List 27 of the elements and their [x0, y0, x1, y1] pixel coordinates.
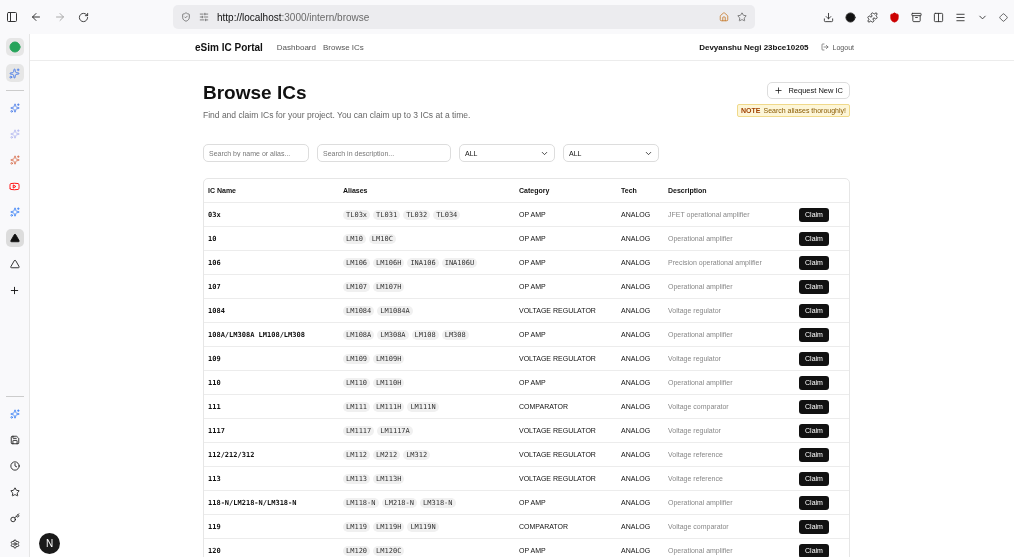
dev-badge[interactable]: N	[39, 533, 60, 554]
back-icon[interactable]	[30, 11, 42, 23]
plus-icon	[774, 86, 784, 95]
brand-title: eSim IC Portal	[195, 41, 263, 53]
nav-link[interactable]: Browse ICs	[322, 42, 364, 52]
triangle-icon[interactable]	[5, 229, 24, 247]
user-name: Devyanshu Negi 23bce10205	[699, 42, 809, 52]
page-title: Browse ICs	[203, 82, 308, 104]
circle-icon[interactable]	[845, 11, 856, 23]
permissions-icon	[199, 12, 209, 22]
url-text: http://localhost:3000/intern/browse	[217, 11, 371, 23]
reload-icon[interactable]	[78, 11, 89, 23]
menu-icon[interactable]	[955, 11, 966, 23]
shield-icon	[181, 12, 191, 22]
archive-icon[interactable]	[911, 11, 922, 23]
diamond-icon[interactable]	[999, 12, 1008, 22]
nav-link[interactable]: Dashboard	[276, 42, 316, 52]
columns-icon[interactable]	[933, 11, 944, 23]
address-bar[interactable]: http://localhost:3000/intern/browse	[173, 5, 755, 29]
page-subtitle: Find and claim ICs for your project. You can claim up to 3 ICs at a time.	[203, 110, 471, 120]
extensions-icon[interactable]	[867, 11, 878, 23]
logout-icon	[820, 43, 829, 51]
sparkle-icon[interactable]	[5, 64, 24, 82]
shield-icon[interactable]	[889, 11, 900, 23]
download-icon[interactable]	[823, 11, 834, 23]
sidebar-toggle-icon[interactable]	[6, 11, 18, 23]
bookmark-star-icon[interactable]	[737, 12, 747, 22]
